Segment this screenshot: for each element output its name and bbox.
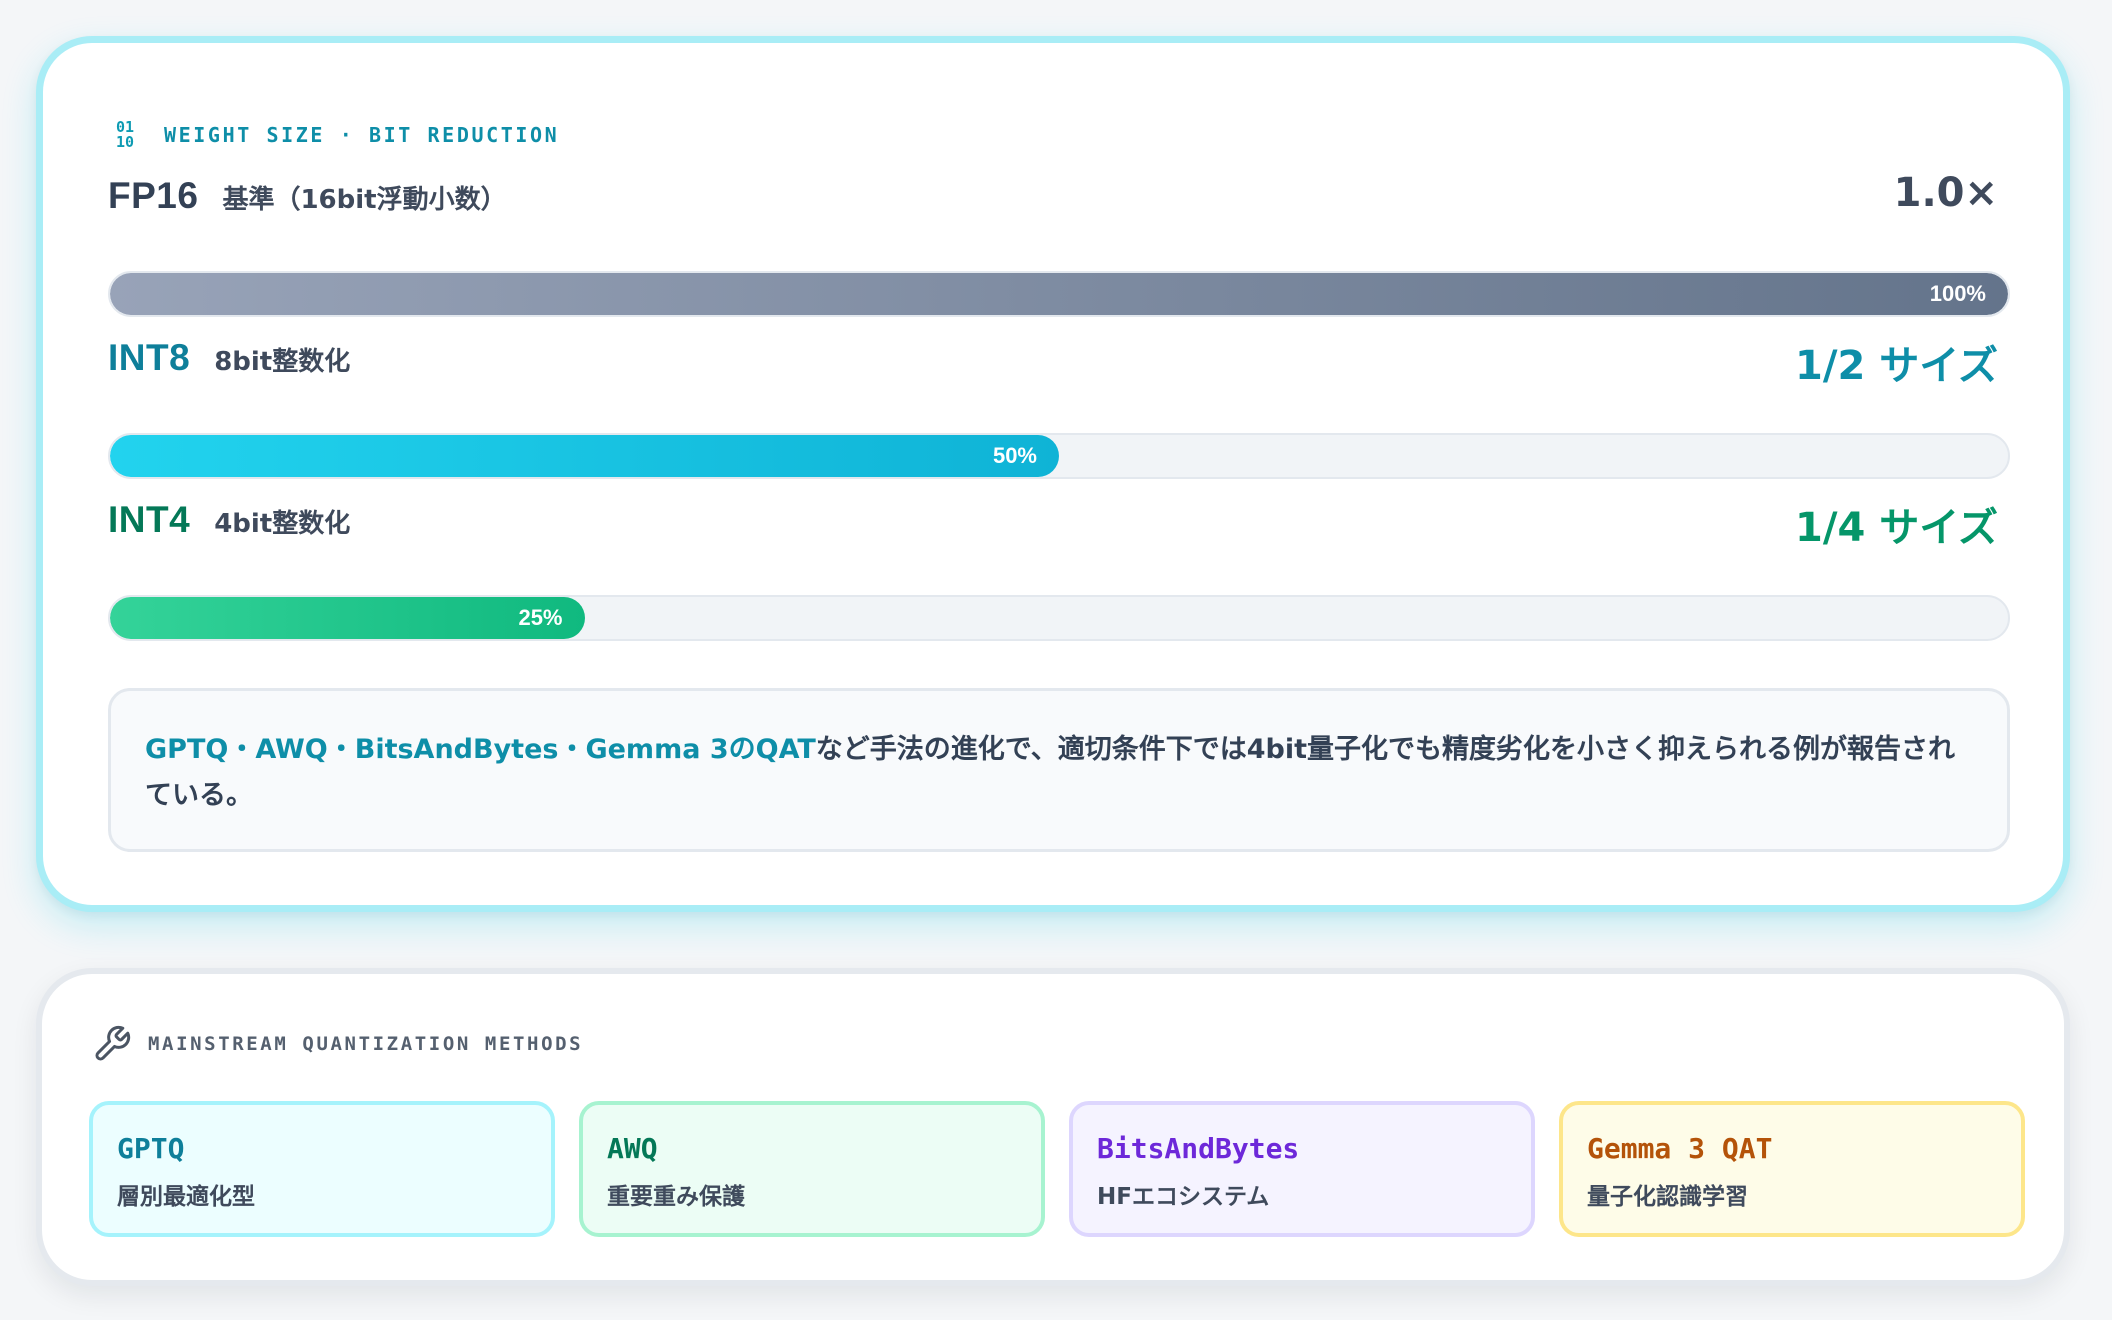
page: 01 10 WEIGHT SIZE · BIT REDUCTION FP16 基… [0,0,2112,1320]
fp16-name: FP16 [108,175,199,216]
fp16-desc: 基準（16bit浮動小数） [222,185,507,215]
weight-size-card: 01 10 WEIGHT SIZE · BIT REDUCTION FP16 基… [36,36,2070,912]
int4-label: INT4 4bit整数化 [108,499,350,551]
quantization-note: GPTQ・AWQ・BitsAndBytes・Gemma 3のQATなど手法の進化… [108,688,2010,852]
int4-bar-percent: 25% [518,605,563,630]
method-desc: 量子化認識学習 [1587,1184,1748,1210]
int8-label: INT8 8bit整数化 [108,337,350,389]
int4-ratio: 1/4 サイズ [1795,505,1998,551]
int4-bar-fill: 25% [110,597,585,639]
int8-ratio: 1/2 サイズ [1795,343,1998,389]
wrench-icon [95,1025,131,1061]
method-card-gptq[interactable]: GPTQ 層別最適化型 [89,1101,555,1237]
int8-desc: 8bit整数化 [214,347,351,377]
fp16-ratio: 1.0× [1893,170,1998,216]
fp16-label: FP16 基準（16bit浮動小数） [108,175,507,227]
method-card-bitsandbytes[interactable]: BitsAndBytes HFエコシステム [1069,1101,1535,1237]
method-card-awq[interactable]: AWQ 重要重み保護 [579,1101,1045,1237]
int8-bar-percent: 50% [992,443,1037,468]
method-desc: 層別最適化型 [117,1184,255,1210]
note-highlight: GPTQ・AWQ・BitsAndBytes・Gemma 3のQAT [145,734,816,765]
fp16-bar-percent: 100% [1929,281,1986,306]
int8-bar-fill: 50% [110,435,1059,477]
fp16-bar-fill: 100% [110,273,2008,315]
weight-section-title: WEIGHT SIZE · BIT REDUCTION [164,123,560,147]
int4-desc: 4bit整数化 [214,509,351,539]
binary-icon: 01 10 [116,118,135,151]
method-name: Gemma 3 QAT [1587,1132,1773,1165]
int8-bar-track: 50% [108,433,2010,479]
int4-bar-track: 25% [108,595,2010,641]
method-desc: 重要重み保護 [607,1184,745,1210]
method-name: BitsAndBytes [1097,1132,1300,1165]
fp16-bar-track: 100% [108,271,2010,317]
int8-name: INT8 [108,337,191,378]
method-name: AWQ [607,1132,658,1165]
methods-title: MAINSTREAM QUANTIZATION METHODS [148,1033,584,1055]
method-desc: HFエコシステム [1097,1184,1270,1210]
methods-header: MAINSTREAM QUANTIZATION METHODS [92,1024,583,1064]
weight-section-header: 01 10 WEIGHT SIZE · BIT REDUCTION [116,115,559,155]
int4-name: INT4 [108,499,191,540]
methods-card: MAINSTREAM QUANTIZATION METHODS GPTQ 層別最… [36,968,2070,1286]
method-card-gemma3-qat[interactable]: Gemma 3 QAT 量子化認識学習 [1559,1101,2025,1237]
method-name: GPTQ [117,1132,185,1165]
